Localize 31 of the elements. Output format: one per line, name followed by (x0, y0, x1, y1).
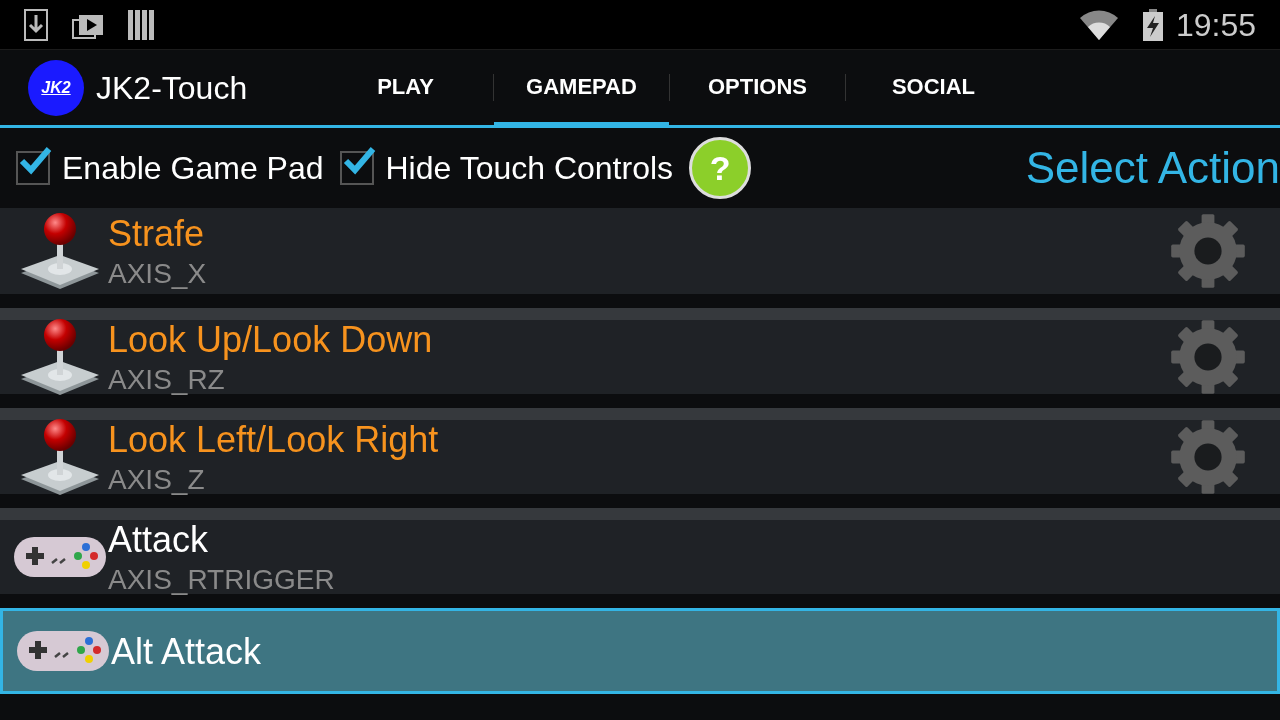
joystick-icon (19, 211, 101, 291)
tab[interactable]: OPTIONS (670, 50, 845, 128)
action-title: Strafe (108, 212, 206, 256)
checkbox-label: Hide Touch Controls (385, 149, 674, 188)
action-title: Look Left/Look Right (108, 418, 440, 462)
checkbox-label: Enable Game Pad (62, 149, 324, 188)
section-header: Select Action (1025, 142, 1280, 194)
action-row[interactable]: Attack AXIS_RTRIGGER (0, 508, 1280, 594)
action-title: Attack (108, 518, 210, 562)
binding-text: AXIS_X (108, 257, 208, 291)
wifi-icon (1079, 9, 1118, 40)
app-logo: JK2 (28, 59, 84, 116)
action-title: Alt Attack (111, 629, 263, 674)
barcode-icon (128, 9, 154, 40)
action-row[interactable]: Look Left/Look Right AXIS_Z (0, 408, 1280, 494)
joystick-icon (19, 417, 101, 497)
tab[interactable]: PLAY (318, 50, 493, 128)
joystick-icon (19, 317, 101, 397)
app-title: JK2-Touch (96, 68, 248, 108)
action-row[interactable]: Strafe AXIS_X (0, 208, 1280, 294)
action-row[interactable]: Look Up/Look Down AXIS_RZ (0, 308, 1280, 394)
battery-charging-icon (1141, 8, 1164, 41)
action-title: Look Up/Look Down (108, 318, 434, 362)
tab[interactable]: GAMEPAD (494, 50, 669, 128)
clock-text: 19:55 (1175, 5, 1256, 45)
download-icon (24, 8, 48, 41)
tab[interactable]: SOCIAL (846, 50, 1021, 128)
action-row[interactable]: Alt Attack (0, 608, 1280, 694)
binding-text: AXIS_Z (108, 463, 206, 497)
binding-text: AXIS_RTRIGGER (108, 563, 336, 597)
binding-text: AXIS_RZ (108, 363, 226, 397)
